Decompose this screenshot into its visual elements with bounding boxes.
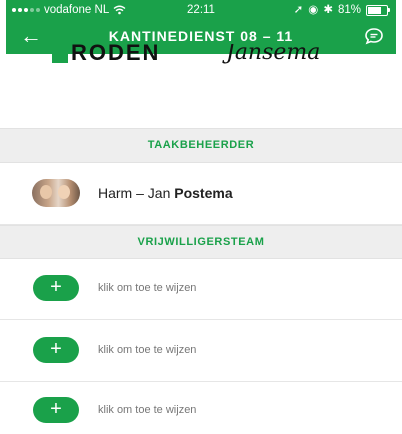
manager-last-name: Postema bbox=[174, 185, 233, 201]
manager-first-name: Harm – Jan bbox=[98, 185, 171, 201]
sponsor-logo-right: Jansema bbox=[226, 44, 321, 65]
alarm-icon: ◉ bbox=[308, 4, 319, 16]
battery-icon bbox=[366, 4, 390, 16]
green-square-mark bbox=[52, 47, 68, 63]
wifi-icon bbox=[113, 5, 126, 15]
avatar bbox=[32, 179, 80, 207]
chat-bubble-icon[interactable] bbox=[364, 26, 384, 46]
add-volunteer-button[interactable]: + bbox=[33, 397, 79, 423]
assign-hint: klik om toe te wijzen bbox=[98, 404, 197, 416]
clock: 22:11 bbox=[187, 4, 215, 16]
assign-hint: klik om toe te wijzen bbox=[98, 282, 197, 294]
carrier-label: vodafone NL bbox=[44, 4, 110, 16]
sponsor-logo-left-text: RODEN bbox=[71, 44, 161, 65]
section-header-manager: TAAKBEHEERDER bbox=[0, 128, 402, 163]
bluetooth-icon: ✱ bbox=[323, 4, 333, 16]
location-icon: ➚ bbox=[293, 4, 304, 16]
status-bar: vodafone NL 22:11 ➚ ◉ ✱ 81% bbox=[6, 0, 396, 20]
volunteer-slot[interactable]: + klik om toe te wijzen bbox=[0, 382, 402, 434]
volunteer-slot[interactable]: + klik om toe te wijzen bbox=[0, 320, 402, 382]
signal-icon bbox=[12, 8, 40, 12]
battery-percent: 81% bbox=[337, 4, 361, 16]
sponsor-banner: RODEN Jansema bbox=[0, 44, 402, 66]
add-volunteer-button[interactable]: + bbox=[33, 337, 79, 363]
sponsor-logo-left: RODEN bbox=[52, 44, 160, 66]
volunteer-slot[interactable]: + klik om toe te wijzen bbox=[0, 258, 402, 320]
battery-level bbox=[368, 6, 381, 14]
section-header-team: VRIJWILLIGERSTEAM bbox=[0, 225, 402, 259]
page-title: KANTINEDIENST 08 – 11 bbox=[108, 28, 294, 44]
assign-hint: klik om toe te wijzen bbox=[98, 344, 197, 356]
manager-row[interactable]: Harm – Jan Postema bbox=[0, 162, 402, 225]
manager-name: Harm – Jan Postema bbox=[98, 185, 233, 201]
add-volunteer-button[interactable]: + bbox=[33, 275, 79, 301]
